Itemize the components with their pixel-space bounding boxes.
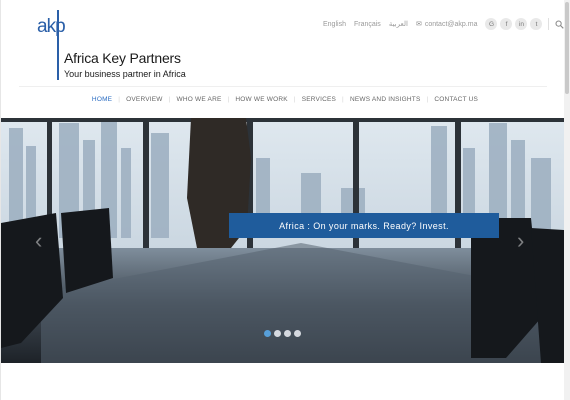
logo-mark: akp bbox=[37, 16, 66, 37]
contact-email-link[interactable]: contact@akp.ma bbox=[425, 21, 478, 28]
google-plus-icon[interactable]: G bbox=[485, 18, 498, 30]
page-scrollbar[interactable] bbox=[564, 0, 570, 400]
slider-dot-1[interactable] bbox=[264, 330, 271, 337]
main-nav: HOME | OVERVIEW | WHO WE ARE | HOW WE WORK | SER… bbox=[1, 96, 569, 103]
page: akp Africa Key Partners Your business pa… bbox=[0, 0, 568, 400]
nav-item-home[interactable]: HOME bbox=[87, 96, 117, 103]
header-divider bbox=[19, 86, 547, 87]
nav-item-how-we-work[interactable]: HOW WE WORK bbox=[230, 96, 292, 103]
nav-item-who-we-are[interactable]: WHO WE ARE bbox=[172, 96, 227, 103]
brand-tagline: Your business partner in Africa bbox=[64, 69, 186, 79]
language-arabic[interactable]: العربية bbox=[389, 20, 408, 28]
nav-item-services[interactable]: SERVICES bbox=[297, 96, 341, 103]
scrollbar-thumb[interactable] bbox=[565, 2, 569, 94]
slider-dot-2[interactable] bbox=[274, 330, 281, 337]
hero-slider: ‹ › Africa : On your marks. Ready? Inves… bbox=[1, 118, 564, 363]
nav-item-overview[interactable]: OVERVIEW bbox=[121, 96, 168, 103]
hero-caption-band: Africa : On your marks. Ready? Invest. bbox=[229, 213, 499, 238]
slider-prev-arrow[interactable]: ‹ bbox=[35, 230, 42, 252]
slider-dot-4[interactable] bbox=[294, 330, 301, 337]
nav-item-contact-us[interactable]: CONTACT US bbox=[429, 96, 483, 103]
slider-dot-3[interactable] bbox=[284, 330, 291, 337]
top-utility-bar: English Français العربية ✉ contact@akp.m… bbox=[323, 17, 565, 31]
language-french[interactable]: Français bbox=[354, 21, 381, 28]
language-english[interactable]: English bbox=[323, 21, 346, 28]
twitter-icon[interactable]: t bbox=[530, 18, 543, 30]
slider-pagination bbox=[264, 330, 301, 337]
logo-divider bbox=[57, 10, 59, 80]
brand-name: Africa Key Partners bbox=[64, 50, 181, 66]
slider-next-arrow[interactable]: › bbox=[517, 230, 524, 252]
topbar-divider bbox=[548, 18, 550, 30]
hero-background-image bbox=[1, 118, 564, 363]
hero-caption: Africa : On your marks. Ready? Invest. bbox=[279, 220, 449, 231]
envelope-icon: ✉ bbox=[415, 21, 422, 28]
nav-item-news-and-insights[interactable]: NEWS AND INSIGHTS bbox=[345, 96, 426, 103]
facebook-icon[interactable]: f bbox=[500, 18, 513, 30]
linkedin-icon[interactable]: in bbox=[515, 18, 528, 30]
